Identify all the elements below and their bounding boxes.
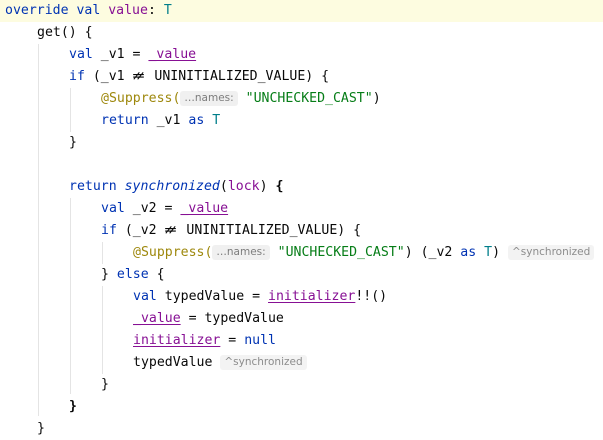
keyword-val: val (101, 201, 125, 216)
keyword-if: if (101, 223, 117, 238)
condition-constant: UNINITIALIZED_VALUE) { (186, 223, 362, 238)
keyword-null: null (244, 333, 276, 348)
parameter-name-hint: …names: (180, 91, 238, 106)
invoke-call: !!() (355, 289, 388, 304)
lambda-return-hint: ^synchronized (508, 245, 595, 260)
identity-operator-ligature: ≠≠ (164, 223, 177, 238)
property-reference[interactable]: _value (180, 201, 228, 216)
close-brace: } (37, 421, 45, 436)
keyword-as: as (460, 245, 477, 260)
identity-operator-ligature: ≠≠ (132, 69, 145, 84)
assignment-operator: = (228, 333, 237, 348)
open-paren: ( (219, 179, 228, 194)
code-line[interactable]: initializer = null (0, 330, 603, 352)
keyword-else: else (116, 267, 149, 282)
type-parameter: T (212, 113, 221, 128)
code-line[interactable]: return synchronized(lock) { (0, 176, 603, 198)
close-brace: } (69, 135, 77, 150)
condition-operand: (_v1 (92, 69, 125, 84)
close-paren: ) (259, 179, 268, 194)
code-line[interactable]: val typedValue = initializer!!() (0, 286, 603, 308)
function-call-synchronized[interactable]: synchronized (125, 179, 220, 194)
code-line[interactable]: _value = typedValue (0, 308, 603, 330)
keyword-as: as (188, 113, 205, 128)
open-brace: { (275, 179, 284, 194)
local-variable: _v1 = (100, 47, 141, 62)
code-line[interactable]: override val value: T (0, 0, 603, 22)
condition-operand: (_v2 (124, 223, 157, 238)
keyword-return: return (101, 113, 149, 128)
local-variable: _v2 = (132, 201, 173, 216)
type-parameter: T (484, 245, 493, 260)
code-line[interactable]: } (0, 396, 603, 418)
close-brace: } (101, 267, 109, 282)
string-literal: "UNCHECKED_CAST" (245, 91, 373, 106)
type-parameter: T (163, 3, 172, 18)
keyword-val: val (133, 289, 157, 304)
parameter-name-hint: …names: (212, 245, 270, 260)
property-name: value (108, 3, 148, 18)
annotation-suppress: @Suppress( (133, 245, 213, 260)
code-line[interactable]: get() { (0, 22, 603, 44)
local-variable: typedValue (133, 355, 213, 370)
keyword-if: if (69, 69, 85, 84)
keyword-val: val (69, 47, 93, 62)
local-variable: typedValue = (164, 289, 261, 304)
code-line[interactable]: } (0, 374, 603, 396)
annotation-suppress: @Suppress( (101, 91, 181, 106)
condition-constant: UNINITIALIZED_VALUE) { (154, 69, 330, 84)
keyword-return: return (69, 179, 117, 194)
assignment-expression: = typedValue (188, 311, 284, 326)
code-line[interactable]: } else { (0, 264, 603, 286)
lock-argument: lock (227, 179, 260, 194)
code-line[interactable]: val _v1 = _value (0, 44, 603, 66)
property-reference[interactable]: _value (148, 47, 196, 62)
close-brace: } (101, 377, 109, 392)
close-paren: ) (372, 91, 381, 106)
code-line-blank[interactable] (0, 154, 603, 176)
keyword-override-val: override val (5, 3, 101, 18)
code-editor[interactable]: override val value: T get() { val _v1 = … (0, 0, 603, 436)
code-line[interactable]: @Suppress(…names: "UNCHECKED_CAST") (0, 88, 603, 110)
code-line[interactable]: if (_v1 ≠≠ UNINITIALIZED_VALUE) { (0, 66, 603, 88)
code-line[interactable]: } (0, 132, 603, 154)
code-line[interactable]: return _v1 as T (0, 110, 603, 132)
code-line[interactable]: if (_v2 ≠≠ UNINITIALIZED_VALUE) { (0, 220, 603, 242)
code-line[interactable]: @Suppress(…names: "UNCHECKED_CAST") (_v2… (0, 242, 603, 264)
code-line[interactable]: } (0, 418, 603, 440)
getter-declaration: get() { (37, 25, 93, 40)
local-variable: _v1 (156, 113, 181, 128)
property-reference[interactable]: initializer (133, 333, 220, 348)
colon: : (147, 3, 156, 18)
close-brace: } (69, 399, 77, 414)
property-reference[interactable]: _value (133, 311, 181, 326)
property-reference[interactable]: initializer (268, 289, 355, 304)
code-line[interactable]: val _v2 = _value (0, 198, 603, 220)
code-line[interactable]: typedValue ^synchronized (0, 352, 603, 374)
lambda-return-hint: ^synchronized (220, 355, 307, 370)
cast-expression: ) (_v2 (404, 245, 453, 260)
string-literal: "UNCHECKED_CAST" (277, 245, 405, 260)
close-paren: ) (492, 245, 501, 260)
open-brace: { (156, 267, 165, 282)
